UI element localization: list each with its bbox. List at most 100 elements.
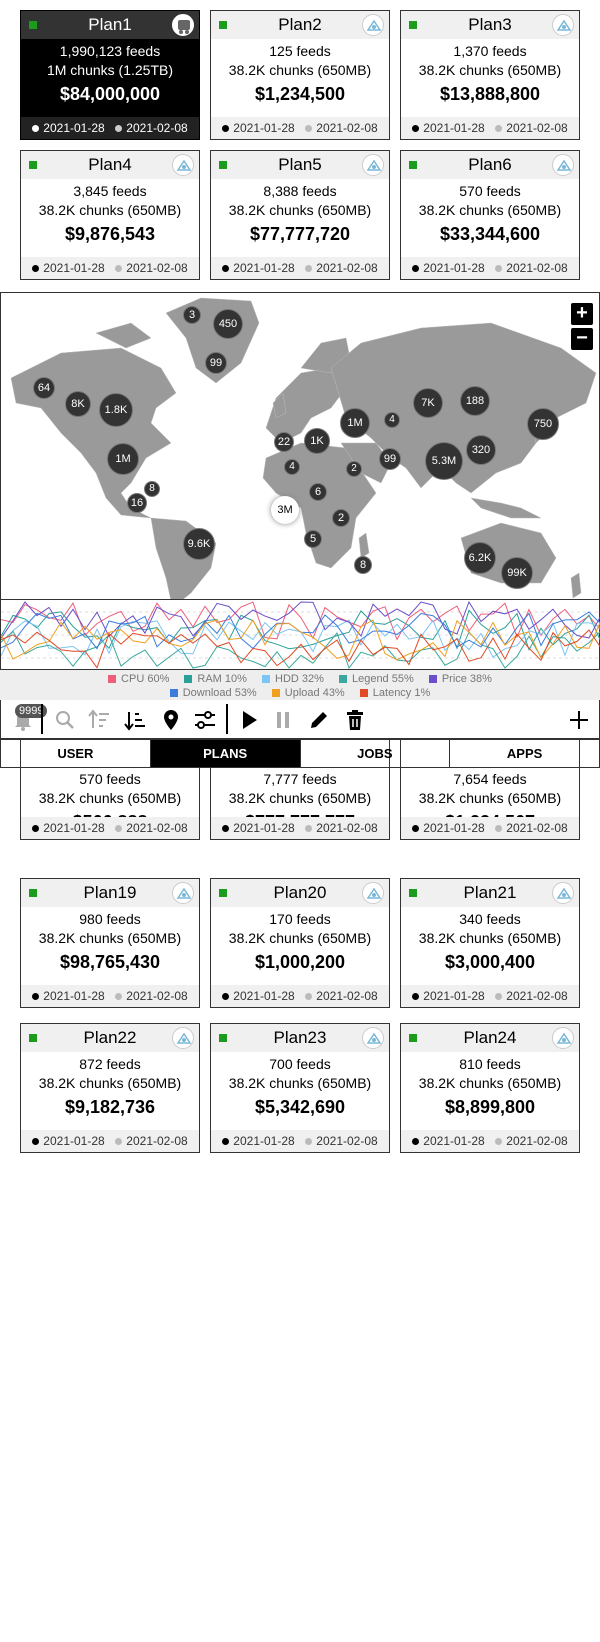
plan-card[interactable]: Plan21 340 feeds 38.2K chunks (650MB) $3,0… [400,878,580,1008]
legend-item[interactable]: Download 53% [169,686,257,700]
zoom-out-button[interactable]: − [571,328,593,350]
plan-date-end: 2021-02-08 [305,117,378,139]
map-cluster[interactable]: 5 [304,530,322,548]
plan-card[interactable]: Plan2 125 feeds 38.2K chunks (650MB) $1,23… [210,10,390,140]
plan-avatar-icon[interactable] [552,154,574,176]
pencil-icon [311,712,327,728]
plan-feeds: 872 feeds [79,1056,141,1072]
delete-button[interactable] [343,708,367,732]
map-cluster[interactable]: 6 [309,483,327,501]
map-cluster[interactable]: 9.6K [183,528,215,560]
legend-item[interactable]: Legend 55% [338,672,414,686]
plan-avatar-icon[interactable] [552,1027,574,1049]
map-cluster[interactable]: 3 [183,306,201,324]
map-cluster[interactable]: 1.8K [99,393,133,427]
plan-date-start: 2021-01-28 [222,1130,295,1152]
status-indicator [219,1034,227,1042]
search-button[interactable] [53,708,77,732]
pause-button[interactable] [271,708,295,732]
plan-price: $98,765,430 [59,952,161,972]
trash-icon [347,710,363,730]
world-map[interactable]: + − 3 450 99 64 8K 1.8K 1M 8 16 9.6K 22 … [0,292,600,600]
plan-date-start: 2021-01-28 [32,1130,105,1152]
plan-avatar-icon[interactable] [362,154,384,176]
map-cluster[interactable]: 3M [271,496,299,524]
sort-ascending-button[interactable] [87,708,111,732]
plan-card[interactable]: Plan4 3,845 feeds 38.2K chunks (650MB) $9,… [20,150,200,280]
plan-avatar-icon[interactable] [552,14,574,36]
legend-item[interactable]: Latency 1% [359,686,430,700]
legend-item[interactable]: RAM 10% [184,672,247,686]
map-cluster[interactable]: 5.3M [425,442,463,480]
plan-name: Plan19 [83,883,137,902]
map-cluster[interactable]: 99 [379,448,401,470]
map-cluster[interactable]: 4 [384,412,400,428]
plan-card[interactable]: Plan1 1,990,123 feeds 1M chunks (1.25TB)… [20,10,200,140]
add-button[interactable] [567,708,591,732]
map-cluster[interactable]: 99 [205,352,227,374]
map-cluster[interactable]: 1K [304,428,330,454]
legend-item[interactable]: Price 38% [428,672,492,686]
tab-plans[interactable]: PLANS [150,740,301,767]
plan-avatar-icon[interactable] [362,1027,384,1049]
plan-feeds: 570 feeds [459,183,521,199]
zoom-in-button[interactable]: + [571,303,593,325]
tab-apps[interactable]: APPS [450,740,599,767]
map-cluster[interactable]: 7K [413,388,443,418]
plan-card[interactable]: Plan22 872 feeds 38.2K chunks (650MB) $9,1… [20,1023,200,1153]
plan-chunks: 38.2K chunks (650MB) [228,1075,372,1091]
map-cluster[interactable]: 1M [107,443,139,475]
map-cluster[interactable]: 99K [501,557,533,589]
plan-avatar-icon[interactable] [362,14,384,36]
map-cluster[interactable]: 1M [340,408,370,438]
plan-feeds: 1,370 feeds [453,43,527,59]
plan-card[interactable]: Plan19 980 feeds 38.2K chunks (650MB) $98,… [20,878,200,1008]
plan-feeds: 170 feeds [269,911,331,927]
plan-date-start: 2021-01-28 [32,117,105,139]
plan-card[interactable]: Plan24 810 feeds 38.2K chunks (650MB) $8,8… [400,1023,580,1153]
map-cluster[interactable]: 750 [527,408,559,440]
plan-card[interactable]: Plan5 8,388 feeds 38.2K chunks (650MB) $77… [210,150,390,280]
notifications-button[interactable]: 9999 [11,704,48,732]
map-cluster[interactable]: 8K [65,391,91,417]
map-cluster[interactable]: 16 [127,493,147,513]
map-cluster[interactable]: 2 [332,509,350,527]
map-cluster[interactable]: 450 [213,309,243,339]
plan-price: $13,888,800 [439,84,541,104]
plan-avatar-icon[interactable] [172,14,194,36]
plan-avatar-icon[interactable] [172,882,194,904]
plan-name: Plan21 [463,883,517,902]
map-cluster[interactable]: 6.2K [464,542,496,574]
edit-button[interactable] [307,708,331,732]
map-cluster[interactable]: 320 [466,435,496,465]
map-cluster[interactable]: 8 [144,481,160,497]
plan-card[interactable]: Plan6 570 feeds 38.2K chunks (650MB) $33,3… [400,150,580,280]
map-cluster[interactable]: 188 [460,386,490,416]
map-cluster[interactable]: 2 [346,461,362,477]
plan-avatar-icon[interactable] [362,882,384,904]
legend-item[interactable]: Upload 43% [271,686,345,700]
plan-price: $5,342,690 [254,1097,346,1117]
plan-price: $3,000,400 [444,952,536,972]
map-cluster[interactable]: 4 [284,459,300,475]
plan-price: $33,344,600 [439,224,541,244]
legend-item[interactable]: HDD 32% [262,672,324,686]
plan-avatar-icon[interactable] [552,882,574,904]
plan-card[interactable]: Plan23 700 feeds 38.2K chunks (650MB) $5,3… [210,1023,390,1153]
plan-card[interactable]: Plan20 170 feeds 38.2K chunks (650MB) $1,0… [210,878,390,1008]
legend-item[interactable]: CPU 60% [108,672,169,686]
plan-card[interactable]: Plan3 1,370 feeds 38.2K chunks (650MB) $13… [400,10,580,140]
location-button[interactable] [159,708,183,732]
filters-button[interactable] [193,708,217,732]
plan-feeds: 340 feeds [459,911,521,927]
plan-price: $9,876,543 [64,224,156,244]
map-cluster[interactable]: 64 [33,377,55,399]
plan-avatar-icon[interactable] [172,154,194,176]
map-cluster[interactable]: 22 [274,432,294,452]
play-button[interactable] [237,708,261,732]
sort-descending-button[interactable] [123,708,147,732]
tab-user[interactable]: USER [1,740,151,767]
tab-jobs[interactable]: JOBS [301,740,451,767]
map-cluster[interactable]: 8 [354,556,372,574]
plan-avatar-icon[interactable] [172,1027,194,1049]
